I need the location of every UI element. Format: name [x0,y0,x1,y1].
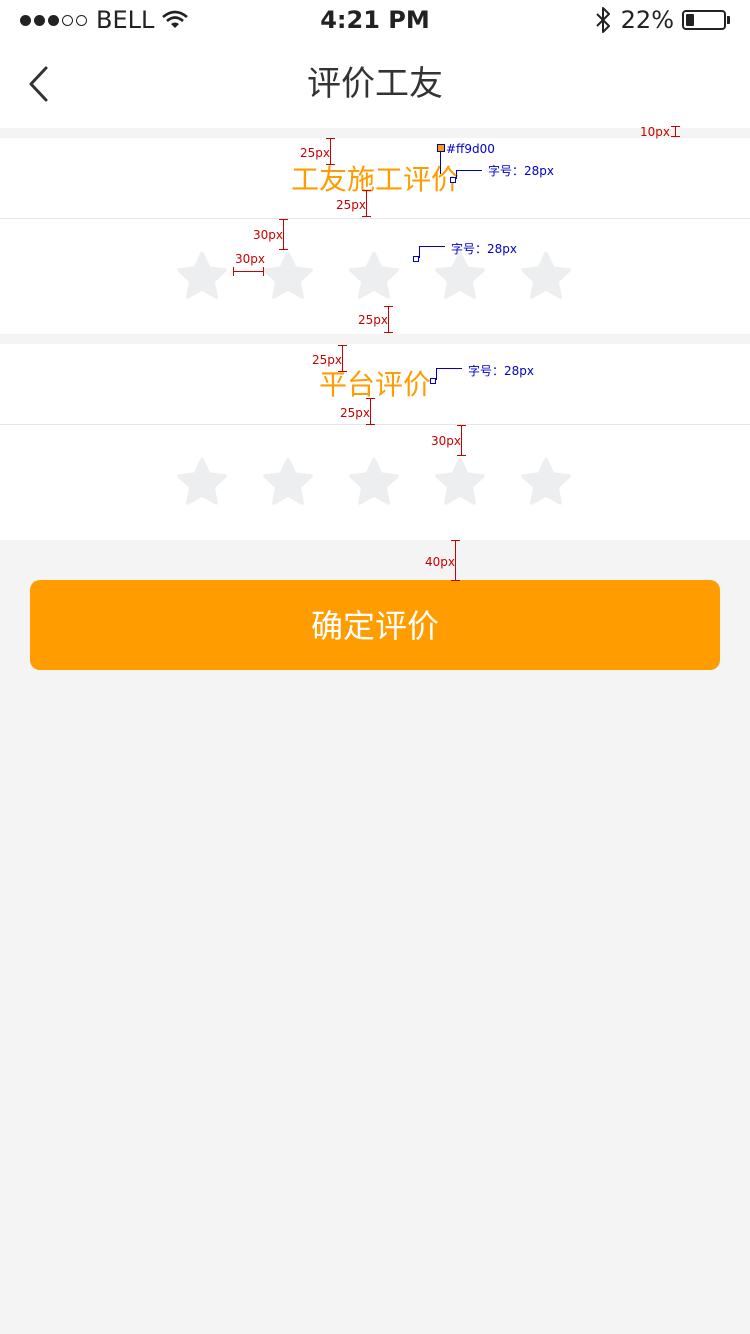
measure-line [461,425,462,455]
measure-cap [326,138,335,139]
measure-cap [326,164,335,165]
spacing-annotation: 25px [300,146,330,160]
measure-line [330,138,331,164]
measure-cap [384,332,393,333]
spacing-annotation: 25px [358,313,388,327]
battery-fill [686,14,694,26]
font-size-annotation: 字号：28px [468,364,534,378]
callout-line [436,368,462,369]
page-title: 评价工友 [307,64,443,104]
status-bar: BELL 4:21 PM 22% [0,0,750,40]
star-icon[interactable] [259,454,317,512]
callout-line [456,170,482,171]
color-annotation: #ff9d00 [446,142,495,156]
measure-line [342,345,343,371]
spacing-annotation: 40px [425,555,455,569]
spacing-annotation: 25px [312,353,342,367]
measure-line [283,219,284,249]
star-icon[interactable] [345,454,403,512]
spacing-annotation: 10px [640,125,670,139]
measure-cap [338,371,347,372]
measure-cap [279,249,288,250]
star-icon[interactable] [173,454,231,512]
callout-line [419,246,420,258]
divider [0,424,750,425]
measure-line [388,306,389,332]
measure-line [455,540,456,580]
measure-cap [451,540,460,541]
spacing-annotation: 30px [235,252,265,266]
callout-line [456,170,457,179]
bluetooth-icon [595,7,610,33]
platform-rating-section: 平台评价 [0,344,750,540]
battery-percent: 22% [620,6,674,34]
measure-cap [366,424,375,425]
measure-cap [671,126,680,127]
measure-cap [233,267,234,276]
spacing-annotation: 25px [340,406,370,420]
star-icon[interactable] [517,248,575,306]
spacing-annotation: 25px [336,198,366,212]
status-right: 22% [595,6,730,34]
spacing-annotation: 30px [253,228,283,242]
divider [0,218,750,219]
measure-cap [457,425,466,426]
spacing-annotation: 30px [431,434,461,448]
measure-cap [671,136,680,137]
measure-line [366,190,367,216]
measure-line [675,126,676,136]
star-icon[interactable] [345,248,403,306]
measure-cap [338,345,347,346]
measure-cap [362,190,371,191]
measure-line [370,398,371,424]
worker-rating-title: 工友施工评价 [290,163,459,196]
font-size-annotation: 字号：28px [451,242,517,256]
callout-line [440,152,441,174]
confirm-rating-button[interactable]: 确定评价 [30,580,720,670]
color-swatch [437,144,445,152]
measure-cap [362,216,371,217]
measure-cap [366,398,375,399]
star-icon[interactable] [517,454,575,512]
measure-cap [451,580,460,581]
measure-cap [263,267,264,276]
callout-line [419,246,445,247]
platform-star-rating [173,454,575,512]
measure-cap [457,455,466,456]
nav-bar: 评价工友 [0,40,750,128]
callout-line [436,368,437,380]
worker-rating-section: 工友施工评价 [0,138,750,334]
measure-line [233,271,264,272]
star-icon[interactable] [173,248,231,306]
measure-cap [279,219,288,220]
star-icon[interactable] [431,454,489,512]
battery-tip [727,16,730,24]
measure-cap [384,306,393,307]
platform-rating-title: 平台评价 [318,368,431,401]
font-size-annotation: 字号：28px [488,164,554,178]
battery-icon [682,10,726,30]
star-icon[interactable] [259,248,317,306]
